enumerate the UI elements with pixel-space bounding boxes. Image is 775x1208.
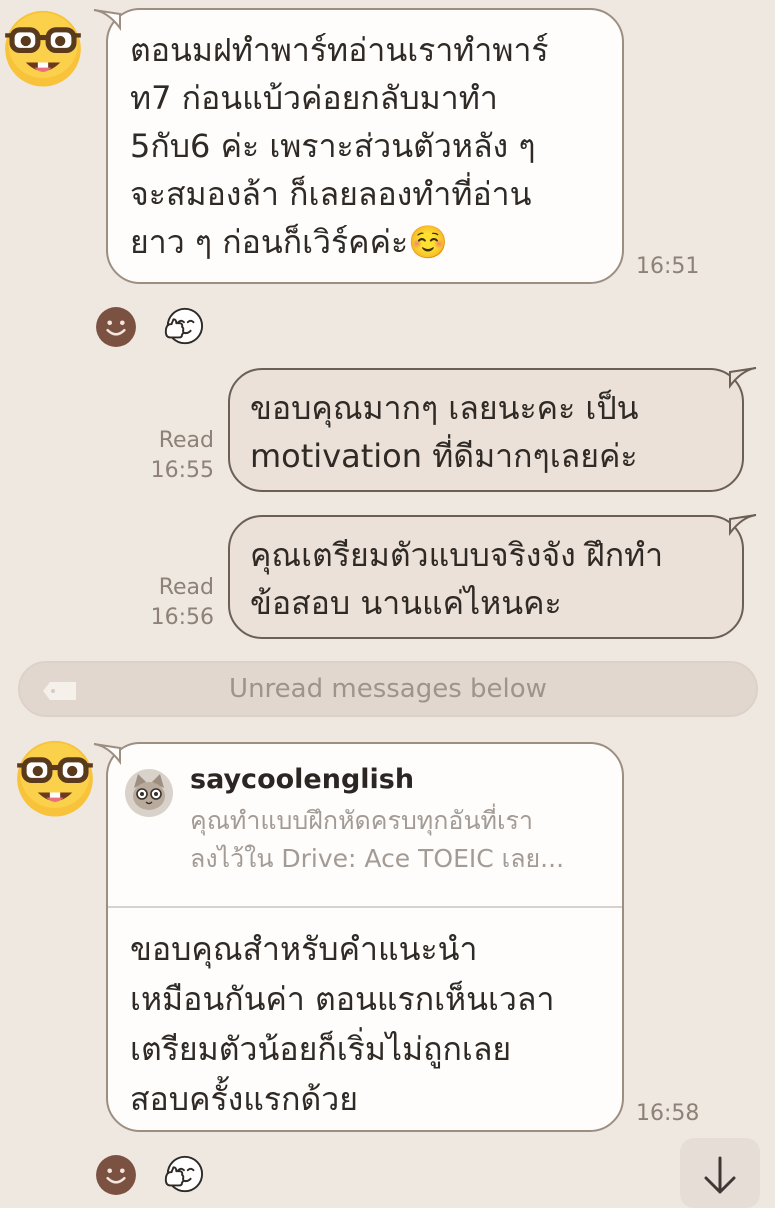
arrow-down-icon [704,1156,736,1194]
smiley-react-icon[interactable] [95,1154,137,1196]
unread-divider-label: Unread messages below [229,674,547,704]
read-status: Read 16:56 [150,575,214,630]
quote-sender-name: saycoolenglish [190,764,415,795]
scroll-to-bottom-button[interactable] [680,1138,760,1208]
bubble-tail-icon [729,367,757,389]
message-text: ตอนมฝทำพาร์ทอ่านเราทำพาร์ ท7 ก่อนแบ้วค่อ… [130,31,549,261]
message-time: 16:58 [636,1101,700,1126]
quote-text: คุณทำแบบฝึกหัดครบทุกอันที่เรา ลงไว้ใน Dr… [190,806,565,873]
read-status: Read 16:55 [150,428,214,483]
message-bubble-outgoing[interactable]: คุณเตรียมตัวแบบจริงจัง ฝึกทำ ข้อสอบ นานแ… [228,515,744,639]
smiley-react-icon[interactable] [95,306,137,348]
message-bubble-outgoing[interactable]: ขอบคุณมากๆ เลยนะคะ เป็น motivation ที่ดี… [228,368,744,492]
bubble-tail-icon [93,743,121,765]
bubble-tail-icon [729,514,757,536]
message-bubble-incoming[interactable]: ตอนมฝทำพาร์ทอ่านเราทำพาร์ ท7 ก่อนแบ้วค่อ… [106,8,624,284]
nerd-face-avatar-icon[interactable] [12,734,98,820]
nerd-face-avatar-icon[interactable] [0,4,86,90]
unread-divider: Unread messages below [18,661,758,717]
message-text: ขอบคุณสำหรับคำแนะนำ เหมือนกันค่า ตอนแรกเ… [130,930,555,1118]
message-bubble-incoming[interactable]: saycoolenglish คุณทำแบบฝึกหัดครบทุกอันที… [106,742,624,1132]
bubble-tail-icon [93,9,121,31]
message-text: ขอบคุณมากๆ เลยนะคะ เป็น motivation ที่ดี… [250,389,639,475]
reply-quote[interactable]: saycoolenglish คุณทำแบบฝึกหัดครบทุกอันที… [108,744,622,908]
message-time: 16:51 [636,254,700,279]
message-text: คุณเตรียมตัวแบบจริงจัง ฝึกทำ ข้อสอบ นานแ… [250,536,664,622]
thumbs-up-sticker-icon[interactable] [162,305,204,347]
thumbs-up-sticker-icon[interactable] [162,1153,204,1195]
cat-avatar-icon [125,769,173,817]
